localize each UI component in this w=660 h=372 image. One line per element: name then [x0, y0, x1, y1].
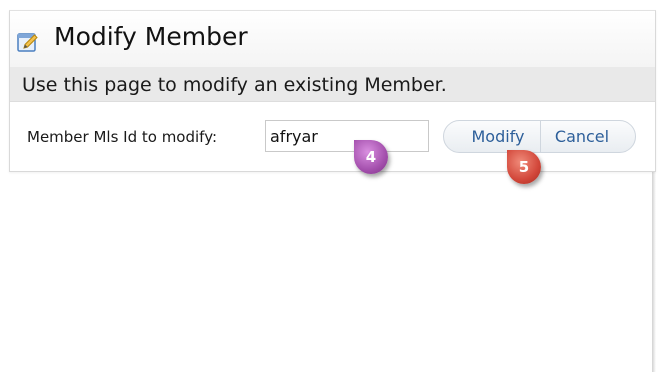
description-bar: Use this page to modify an existing Memb…: [10, 67, 655, 102]
modify-member-panel: Modify Member Use this page to modify an…: [9, 10, 656, 172]
edit-note-icon: [17, 31, 39, 53]
page-description: Use this page to modify an existing Memb…: [22, 74, 447, 96]
step-5-callout: 5: [507, 150, 541, 184]
modify-form-row: Member Mls Id to modify: Modify Cancel: [10, 111, 655, 161]
modify-button[interactable]: Modify: [456, 121, 540, 152]
step-4-number: 4: [365, 148, 377, 166]
step-4-callout: 4: [354, 140, 388, 174]
member-mls-id-input[interactable]: [265, 120, 429, 152]
step-5-number: 5: [518, 158, 530, 176]
action-button-group: Modify Cancel: [443, 120, 636, 153]
cancel-button[interactable]: Cancel: [541, 121, 623, 152]
page: Modify Member Use this page to modify an…: [0, 0, 660, 372]
member-id-label: Member Mls Id to modify:: [27, 128, 218, 146]
page-title: Modify Member: [54, 22, 248, 51]
title-bar: Modify Member: [10, 11, 655, 68]
